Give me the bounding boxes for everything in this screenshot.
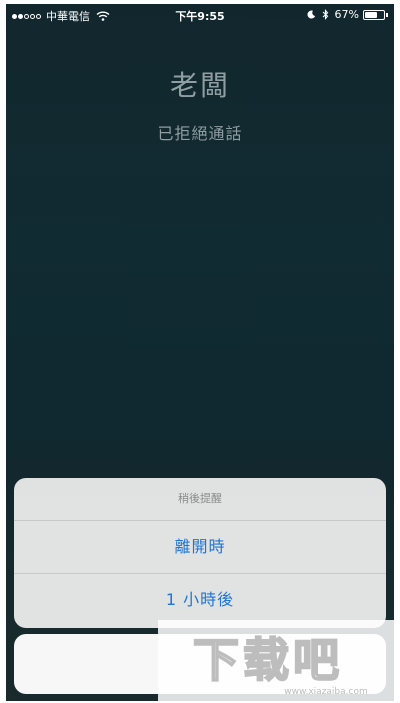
do-not-disturb-moon-icon [307,10,315,19]
battery-fill [365,11,378,18]
status-right: 67% [307,8,388,21]
phone-screen: 中華電信 下午9:55 67% 老闆 已拒絕通話 稍後提醒 離開時 1 小時後 [6,4,394,701]
xiazaiba-logo-icon: 下载吧 www.xiazaiba.com [192,632,368,697]
battery-percent: 67% [334,8,359,21]
call-status: 已拒絕通話 [157,124,243,143]
remind-when-leave-button[interactable]: 離開時 [14,521,386,574]
watermark-logo: 下载吧 www.xiazaiba.com [158,620,394,701]
battery-icon [363,9,385,20]
status-bar: 中華電信 下午9:55 67% [6,4,394,26]
bluetooth-icon [322,9,328,20]
logo-text: 下载吧 [193,633,343,687]
remind-me-later-sheet: 稍後提醒 離開時 1 小時後 [14,478,386,628]
battery-tip [386,12,388,17]
remind-in-1-hour-button[interactable]: 1 小時後 [14,574,386,626]
sheet-title: 稍後提醒 [14,478,386,521]
caller-name: 老闆 [169,69,230,102]
logo-url: www.xiazaiba.com [284,687,368,697]
